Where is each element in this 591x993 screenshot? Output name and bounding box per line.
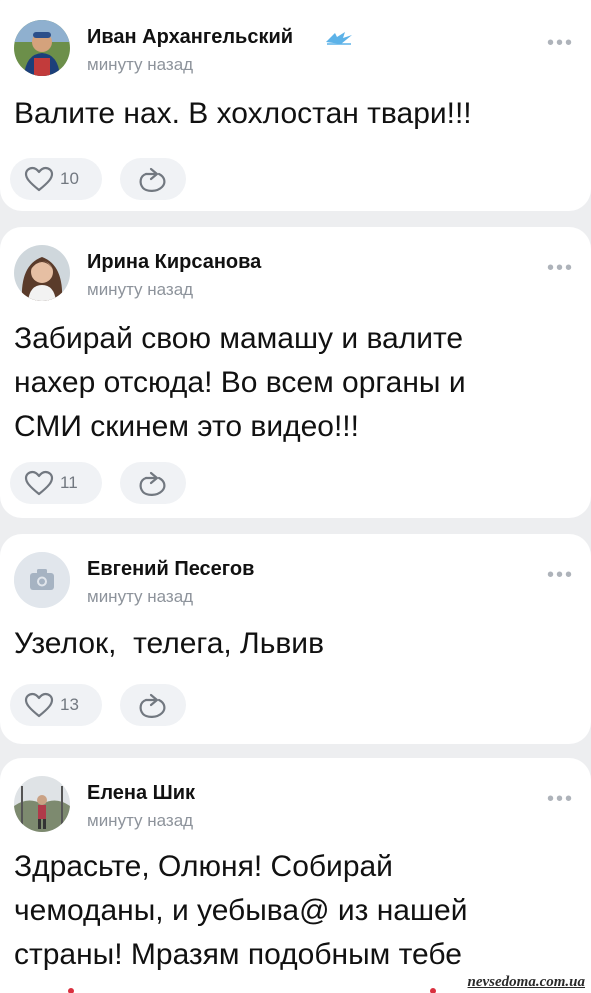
comment-card: Ирина Кирсанова минуту назад ••• Забирай… xyxy=(0,227,591,518)
like-button[interactable]: 11 xyxy=(10,462,102,504)
avatar[interactable] xyxy=(14,776,70,832)
comment-text: Валите нах. В хохлостан твари!!! xyxy=(14,97,472,130)
author-name[interactable]: Елена Шик xyxy=(87,782,195,805)
share-icon xyxy=(139,693,166,718)
like-count: 13 xyxy=(60,695,79,714)
watermark: nevsedoma.com.ua xyxy=(461,972,591,993)
share-button[interactable] xyxy=(120,462,186,504)
comment-text: Забирай свою мамашу и валите нахер отсюд… xyxy=(14,322,466,443)
comment-actions: 13 xyxy=(10,684,210,726)
like-button[interactable]: 13 xyxy=(10,684,102,726)
share-button[interactable] xyxy=(120,684,186,726)
comment-card: Елена Шик минуту назад ••• Здрасьте, Олю… xyxy=(0,758,591,993)
heart-icon xyxy=(24,470,54,496)
more-options-icon[interactable]: ••• xyxy=(547,33,574,53)
club-badge-icon xyxy=(325,30,353,51)
like-count: 11 xyxy=(60,473,78,492)
avatar[interactable] xyxy=(14,245,70,301)
author-name[interactable]: Иван Архангельский xyxy=(87,26,293,49)
author-name[interactable]: Ирина Кирсанова xyxy=(87,251,261,274)
author-name[interactable]: Евгений Песегов xyxy=(87,558,254,581)
comment-actions: 10 xyxy=(10,158,210,200)
share-icon xyxy=(139,471,166,496)
share-button[interactable] xyxy=(120,158,186,200)
more-options-icon[interactable]: ••• xyxy=(547,258,574,278)
like-button[interactable]: 10 xyxy=(10,158,102,200)
comment-text: Здрасьте, Олюня! Собирай чемоданы, и уеб… xyxy=(14,850,468,971)
decorative-dot xyxy=(430,988,436,993)
share-icon xyxy=(139,167,166,192)
heart-icon xyxy=(24,692,54,718)
more-options-icon[interactable]: ••• xyxy=(547,565,574,585)
comments-feed: Иван Архангельский минуту назад ••• Вали… xyxy=(0,0,591,993)
comment-card: Евгений Песегов минуту назад ••• Узелок,… xyxy=(0,534,591,744)
comment-actions: 11 xyxy=(10,462,210,504)
comment-text: Узелок, телега, Львив xyxy=(14,627,325,660)
like-count: 10 xyxy=(60,169,79,188)
more-options-icon[interactable]: ••• xyxy=(547,789,574,809)
avatar[interactable] xyxy=(14,20,70,76)
decorative-dot xyxy=(68,988,74,993)
comment-time: минуту назад xyxy=(87,280,194,299)
comment-card: Иван Архангельский минуту назад ••• Вали… xyxy=(0,0,591,211)
heart-icon xyxy=(24,166,54,192)
comment-time: минуту назад xyxy=(87,55,194,74)
comment-time: минуту назад xyxy=(87,811,194,830)
avatar[interactable] xyxy=(14,552,70,608)
comment-time: минуту назад xyxy=(87,587,194,606)
camera-icon xyxy=(14,552,70,608)
